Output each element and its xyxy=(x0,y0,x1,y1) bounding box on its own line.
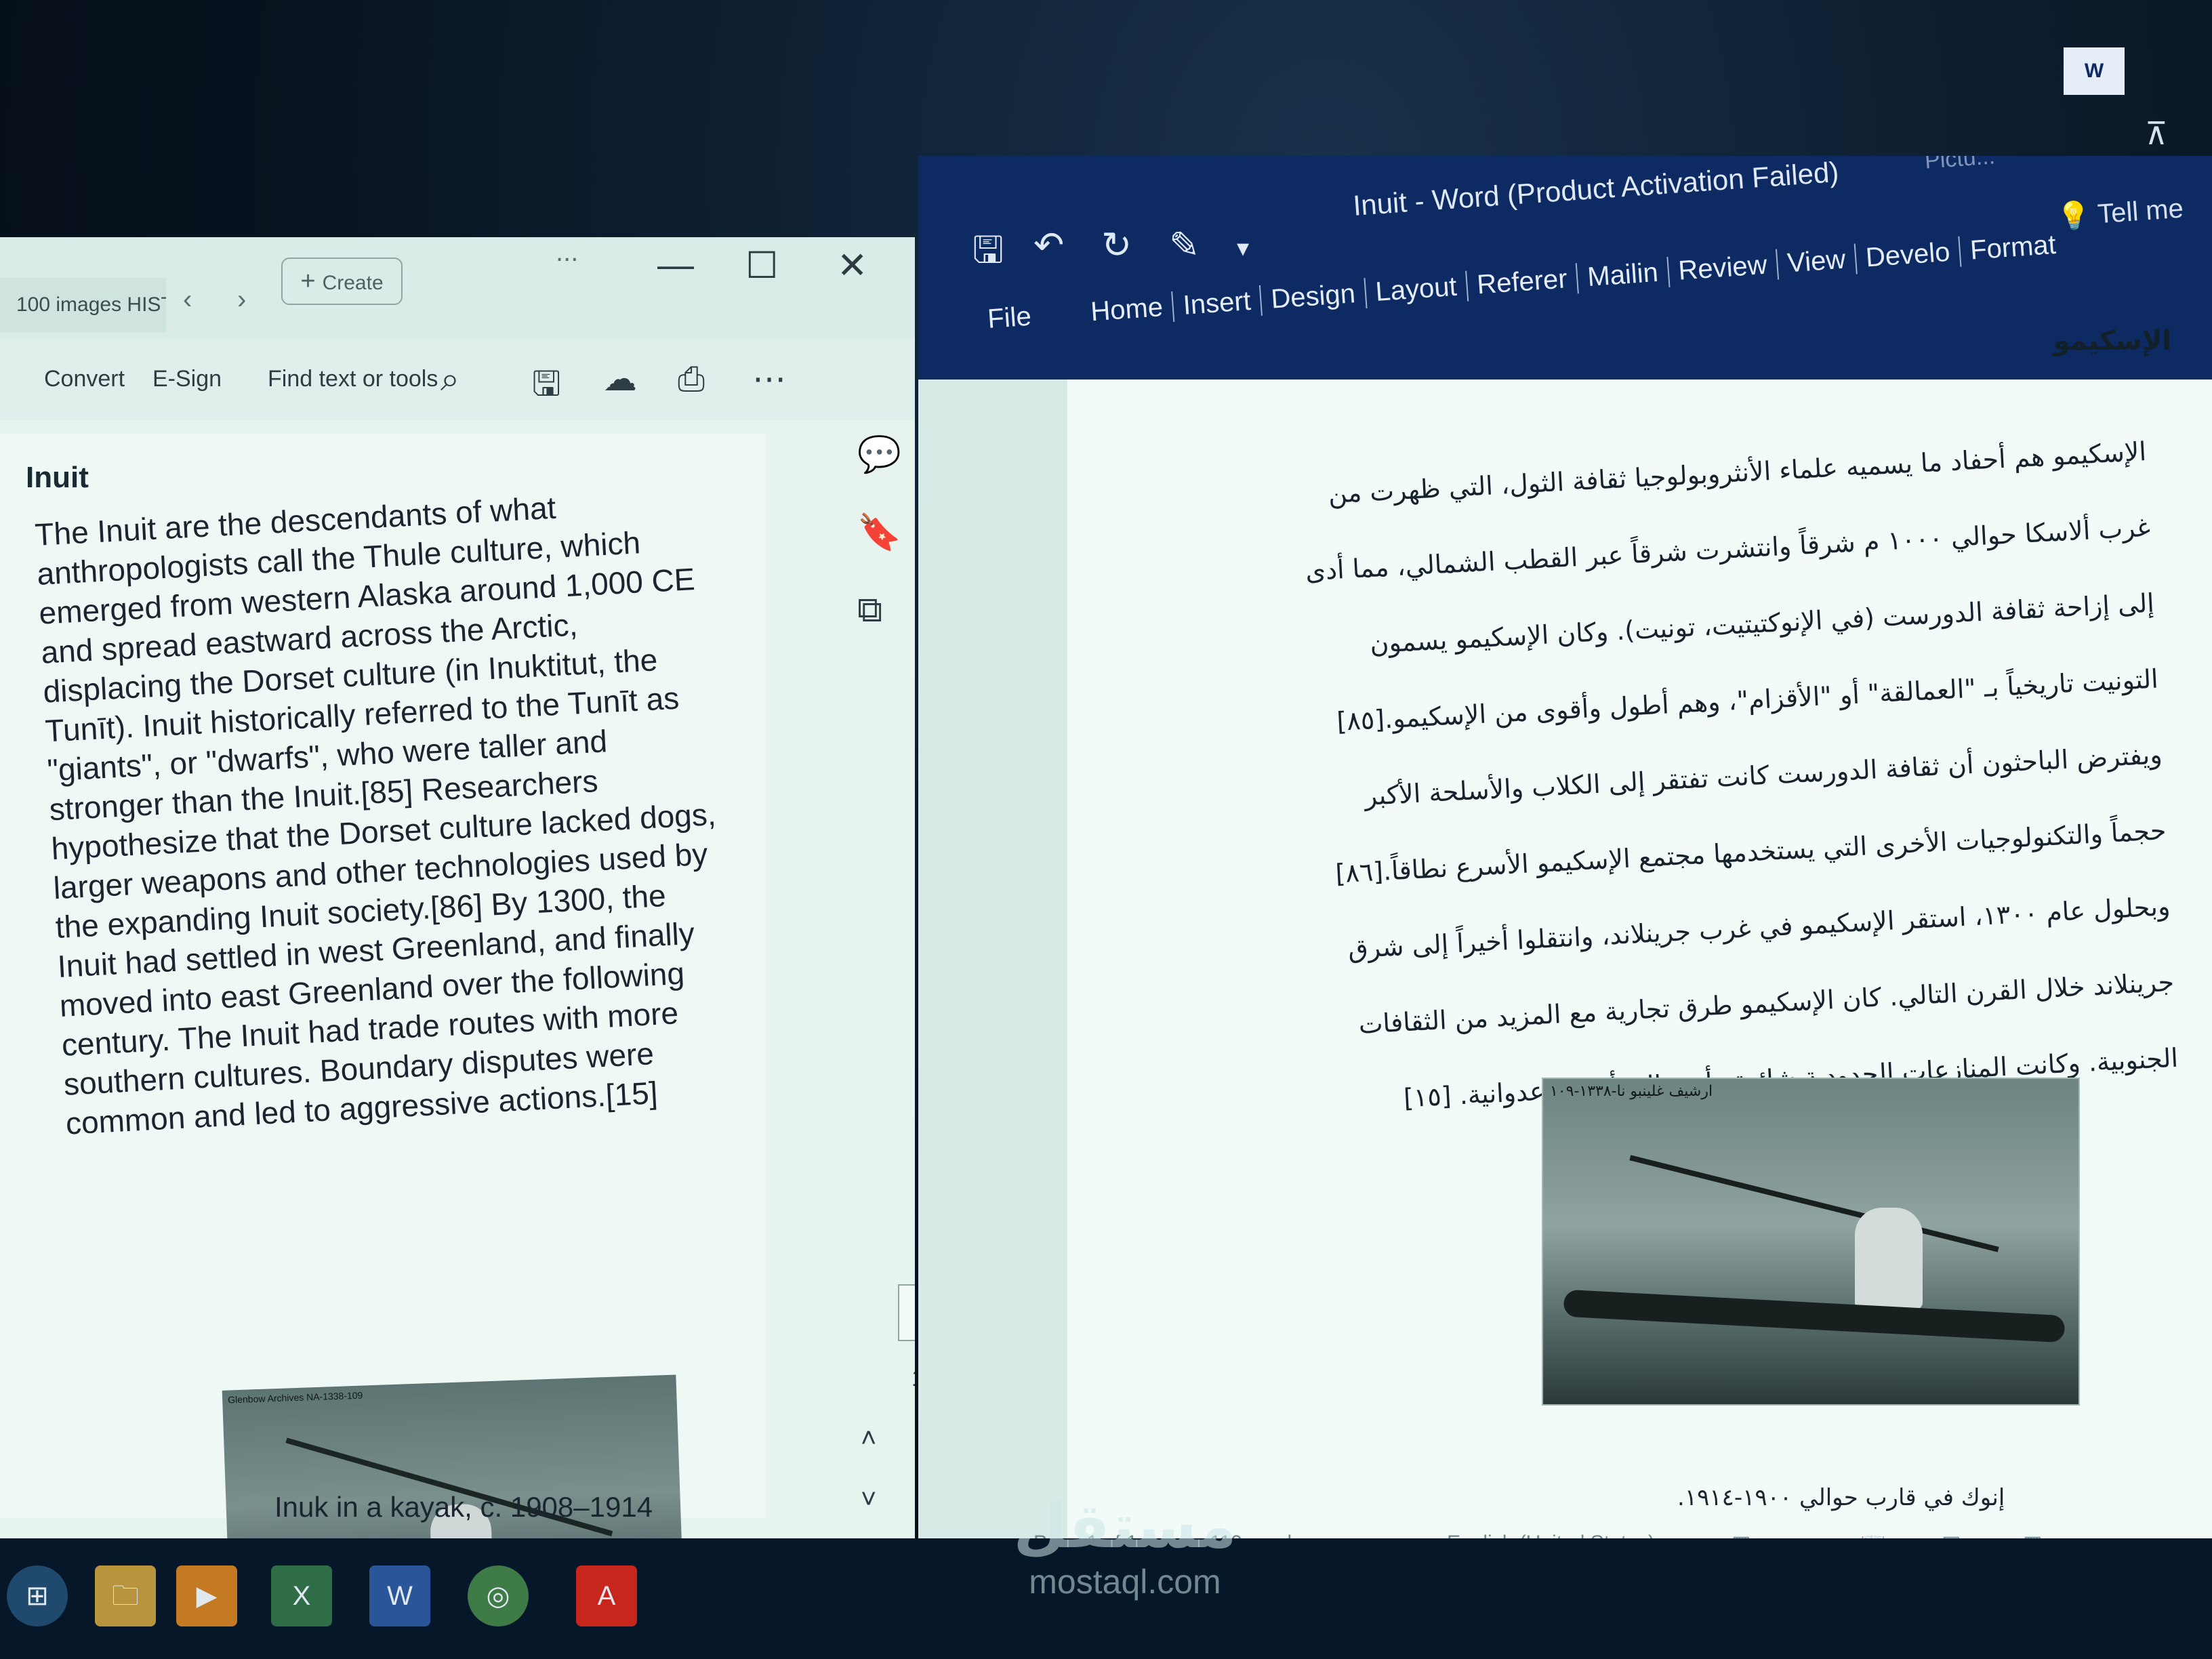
create-label: Create xyxy=(322,272,384,294)
customize-qat-icon[interactable]: ▾ xyxy=(1237,234,1249,262)
ribbon-tabs: File Home Insert Design Layout Referer M… xyxy=(977,229,2066,335)
spelling-icon[interactable]: ✎ xyxy=(1169,224,1200,266)
tell-me-label: Tell me xyxy=(2096,193,2185,230)
photo-caption: إنوك في قارب حوالي ١٩٠٠-١٩١٤. xyxy=(1677,1484,2005,1511)
comment-icon[interactable]: 💬 xyxy=(857,434,901,475)
article-body: The Inuit are the descendants of what an… xyxy=(34,478,784,1143)
create-button[interactable]: + Create xyxy=(281,258,403,305)
tab-review[interactable]: Review xyxy=(1668,249,1779,287)
photo-archive-label: ارشيف غلينبو نا-١٣٣٨-١٠٩ xyxy=(1550,1083,1713,1100)
watermark-url: mostaql.com xyxy=(1029,1563,1221,1601)
lightbulb-icon: 💡 xyxy=(2055,200,2092,232)
word-ribbon: 🖫 ↶ ↻ ✎ ▾ Inuit - Word (Product Activati… xyxy=(918,156,2212,380)
forward-arrow-icon[interactable]: › xyxy=(237,285,246,315)
tab-developer[interactable]: Develo xyxy=(1855,236,1962,274)
photo-paddle xyxy=(1629,1155,1999,1252)
pdf-viewer-window: 100 images HISTO ‹ › + Create ... — ☐ ✕ C… xyxy=(0,237,915,1538)
copy-pages-icon[interactable]: ⧉ xyxy=(857,590,882,631)
tab-design[interactable]: Design xyxy=(1261,278,1368,316)
pdf-titlebar: 100 images HISTO ‹ › + Create ... — ☐ ✕ xyxy=(0,237,915,339)
tab-references[interactable]: Referer xyxy=(1466,263,1580,302)
tab-layout[interactable]: Layout xyxy=(1365,270,1469,308)
photo-person xyxy=(1855,1208,1923,1309)
more-menu-icon[interactable]: ... xyxy=(556,237,578,268)
minimize-icon[interactable]: — xyxy=(657,244,694,286)
word-icon[interactable]: W xyxy=(369,1565,430,1626)
redo-icon[interactable]: ↻ xyxy=(1101,224,1132,266)
pdf-page: Inuit The Inuit are the descendants of w… xyxy=(0,434,766,1538)
tab-file[interactable]: File xyxy=(977,301,1042,335)
more-options-icon[interactable]: ⋯ xyxy=(752,359,786,398)
ribbon-display-icon[interactable]: ⊼ xyxy=(2145,115,2168,152)
photo-kayak xyxy=(1563,1289,2066,1343)
find-tools-button[interactable]: Find text or tools xyxy=(268,366,438,392)
start-windows-icon[interactable]: ⊞ xyxy=(7,1565,68,1626)
search-icon[interactable]: ⌕ xyxy=(441,359,459,399)
watermark-logo: مستقل xyxy=(1013,1491,1237,1562)
zoom-level[interactable]: 100 xyxy=(912,1366,915,1392)
document-body[interactable]: الإسكيمو هم أحفاد ما يسميه علماء الأنثرو… xyxy=(1265,413,2180,1142)
chrome-icon[interactable]: ◎ xyxy=(468,1565,529,1626)
upload-cloud-icon[interactable]: ☁ xyxy=(603,359,637,398)
file-explorer-icon[interactable]: 🗀 xyxy=(95,1565,156,1626)
back-arrow-icon[interactable]: ‹ xyxy=(183,285,192,315)
document-page[interactable]: الإسكيمو الإسكيمو هم أحفاد ما يسميه علما… xyxy=(1067,325,2212,1613)
page-up-icon[interactable]: ˄ xyxy=(861,1423,876,1454)
tab-mailings[interactable]: Mailin xyxy=(1576,256,1671,294)
bookmark-icon[interactable]: 🔖 xyxy=(857,512,901,553)
article-heading: Inuit xyxy=(26,461,89,494)
watermark: مستقل mostaql.com xyxy=(949,1491,1301,1601)
print-icon[interactable]: ⎙ xyxy=(678,359,705,399)
convert-button[interactable]: Convert xyxy=(44,366,125,392)
window-title: Inuit - Word (Product Activation Failed) xyxy=(1352,156,1840,222)
pdf-document-tab[interactable]: 100 images HISTO xyxy=(0,278,166,332)
page-down-icon[interactable]: ˅ xyxy=(861,1484,876,1515)
pdf-side-rail: 💬 🔖 ⧉ ˄ ˅ ↻ ▯ ⊕ xyxy=(769,420,915,1538)
picture-tools-tab[interactable]: Pictu... xyxy=(1924,156,1996,175)
kayak-photo[interactable]: ارشيف غلينبو نا-١٣٣٨-١٠٩ xyxy=(1542,1078,2080,1406)
pdf-toolbar: Convert E-Sign Find text or tools ⌕ 🖫 ☁ … xyxy=(0,339,915,420)
media-player-icon[interactable]: ▶ xyxy=(176,1565,237,1626)
document-margin xyxy=(918,380,1067,1613)
tab-view[interactable]: View xyxy=(1776,243,1858,280)
excel-icon[interactable]: X xyxy=(271,1565,332,1626)
tab-insert[interactable]: Insert xyxy=(1172,285,1263,322)
tell-me-box[interactable]: 💡 Tell me xyxy=(2056,192,2185,233)
tab-home[interactable]: Home xyxy=(1080,291,1175,329)
save-icon[interactable]: 🖫 xyxy=(972,224,1004,286)
close-icon[interactable]: ✕ xyxy=(837,244,867,287)
photo-archive-label: Glenbow Archives NA-1338-109 xyxy=(227,1389,363,1406)
esign-button[interactable]: E-Sign xyxy=(152,366,222,392)
save-icon[interactable]: 🖫 xyxy=(532,359,561,417)
document-heading: الإسكيمو xyxy=(2053,325,2171,356)
word-window: 🖫 ↶ ↻ ✎ ▾ Inuit - Word (Product Activati… xyxy=(918,156,2212,1613)
acrobat-icon[interactable]: A xyxy=(576,1565,637,1626)
maximize-icon[interactable]: ☐ xyxy=(745,244,778,287)
page-number-box[interactable]: 4 xyxy=(898,1284,915,1341)
tab-format[interactable]: Format xyxy=(1960,229,2066,267)
undo-icon[interactable]: ↶ xyxy=(1033,224,1064,266)
photo-caption: Inuk in a kayak, c. 1908–1914 xyxy=(274,1491,653,1523)
word-logo: W xyxy=(2064,47,2125,95)
plus-icon: + xyxy=(300,267,316,295)
